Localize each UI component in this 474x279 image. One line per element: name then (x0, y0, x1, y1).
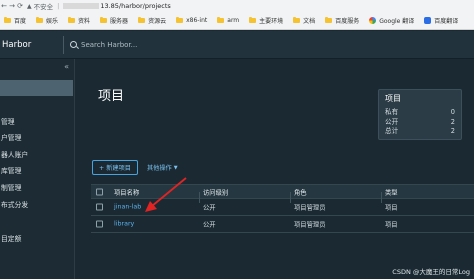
folder-icon (325, 17, 333, 23)
summary-row: 私有 0 (385, 108, 455, 118)
role-cell: 项目管理员 (294, 221, 326, 229)
bookmark-item[interactable]: 资源云 (138, 16, 166, 25)
folder-icon (176, 17, 184, 23)
bookmark-item[interactable]: 百度翻译 (424, 16, 458, 25)
access-level-cell: 公开 (203, 204, 216, 212)
type-cell: 项目 (385, 204, 398, 212)
more-actions-label: 其他操作 (147, 165, 172, 172)
type-cell: 项目 (385, 221, 398, 229)
project-name-link[interactable]: library (114, 221, 134, 228)
column-header-role[interactable]: 角色 (294, 187, 307, 196)
table-row: library 公开 项目管理员 项目 (91, 216, 474, 233)
security-label: 不安全 (33, 3, 54, 11)
bookmarks-bar: 百度 娱乐 资料 服务器 资源云 x86-int arm 主要环境 文档 百度服… (0, 12, 474, 30)
warning-icon[interactable]: ▲ (27, 3, 32, 10)
sidebar: « 管理 户管理 器人账户 库管理 制管理 布式分发 目定额 (0, 59, 75, 279)
header-divider (63, 35, 64, 54)
access-level-cell: 公开 (203, 221, 216, 229)
sidebar-item-projects-active[interactable] (0, 80, 73, 96)
chevron-down-icon: ▼ (173, 164, 178, 171)
bookmark-label: 服务器 (110, 18, 129, 25)
summary-value: 0 (450, 108, 455, 116)
column-header-type[interactable]: 类型 (385, 187, 398, 196)
summary-value: 2 (450, 127, 455, 135)
watermark: CSDN @大魔王的日常Log (392, 268, 470, 276)
brand-title[interactable]: Harbor (0, 40, 63, 50)
search-icon (70, 41, 77, 48)
summary-row: 总计 2 (385, 127, 455, 137)
bookmark-label: Google 翻译 (379, 18, 415, 25)
folder-icon (138, 17, 146, 23)
sidebar-item-distributions[interactable]: 布式分发 (1, 199, 28, 209)
role-cell: 项目管理员 (294, 204, 326, 212)
baidu-icon (424, 17, 432, 24)
bookmark-label: 主要环境 (259, 18, 284, 25)
collapse-sidebar-icon[interactable]: « (64, 62, 69, 71)
row-checkbox[interactable] (96, 220, 103, 228)
forward-icon[interactable]: → (8, 2, 16, 10)
bookmark-label: 百度 (14, 18, 27, 25)
bookmark-item[interactable]: 文档 (293, 16, 315, 25)
more-actions-dropdown[interactable]: 其他操作 ▼ (147, 160, 178, 175)
table-row: jinan-lab 公开 项目管理员 项目 (91, 199, 474, 216)
column-header-name[interactable]: 项目名称 (114, 187, 139, 196)
bookmark-label: x86-int (186, 17, 208, 24)
bookmark-label: 文档 (303, 18, 316, 25)
bookmark-item[interactable]: x86-int (176, 17, 207, 24)
bookmark-item[interactable]: 服务器 (100, 16, 128, 25)
folder-icon (249, 17, 257, 23)
column-header-access[interactable]: 访问级别 (203, 187, 228, 196)
folder-icon (36, 17, 44, 23)
bookmark-label: 娱乐 (46, 18, 59, 25)
row-checkbox[interactable] (96, 203, 103, 211)
sidebar-group-admin: 管理 (1, 118, 15, 126)
bookmark-item[interactable]: arm (217, 17, 239, 24)
sidebar-item-quotas[interactable]: 目定额 (1, 233, 21, 243)
url-text[interactable]: 13.85/harbor/projects (100, 2, 170, 10)
bookmark-label: 资料 (78, 18, 91, 25)
main-content: 项目 项目 私有 0 公开 2 总计 2 + 新建项目 其他操作 ▼ 项目名称 … (75, 59, 474, 279)
reload-icon[interactable]: ⟳ (16, 2, 24, 10)
summary-row: 公开 2 (385, 118, 455, 128)
url-separator: | (57, 2, 60, 10)
summary-value: 2 (450, 117, 455, 126)
select-all-checkbox[interactable] (96, 188, 103, 195)
bookmark-item[interactable]: 百度 (4, 16, 26, 25)
new-project-button[interactable]: + 新建项目 (92, 160, 138, 175)
bookmark-item[interactable]: 资料 (68, 16, 90, 25)
table-header-row: 项目名称 访问级别 角色 类型 (91, 184, 474, 203)
folder-icon (100, 17, 108, 23)
folder-icon (293, 17, 301, 23)
folder-icon (4, 17, 11, 23)
google-icon (369, 17, 377, 24)
sidebar-item-users[interactable]: 户管理 (1, 132, 21, 142)
folder-icon (217, 17, 225, 23)
summary-title: 项目 (385, 94, 401, 103)
project-summary-card: 项目 私有 0 公开 2 总计 2 (378, 89, 462, 140)
sidebar-item-replications[interactable]: 制管理 (1, 182, 21, 192)
summary-label: 公开 (385, 117, 399, 126)
bookmark-item[interactable]: Google 翻译 (369, 16, 414, 25)
summary-label: 总计 (385, 127, 399, 135)
global-search[interactable]: Search Harbor... (70, 41, 137, 49)
browser-url-bar[interactable]: ← → ⟳ ▲ 不安全 | 13.85/harbor/projects (0, 0, 474, 12)
bookmark-item[interactable]: 主要环境 (249, 16, 283, 25)
redacted-host (63, 3, 100, 9)
page-title: 项目 (98, 89, 125, 104)
search-input[interactable]: Search Harbor... (81, 41, 137, 49)
folder-icon (68, 17, 76, 23)
app-header: Harbor Search Harbor... (0, 31, 474, 59)
summary-label: 私有 (385, 108, 399, 116)
bookmark-label: 资源云 (148, 18, 167, 25)
bookmark-label: 百度服务 (335, 18, 360, 25)
bookmark-label: arm (227, 17, 240, 24)
project-name-link[interactable]: jinan-lab (114, 204, 141, 211)
sidebar-item-robot-accounts[interactable]: 器人账户 (1, 149, 28, 159)
bookmark-item[interactable]: 百度服务 (325, 16, 359, 25)
bookmark-label: 百度翻译 (434, 18, 459, 25)
sidebar-item-registries[interactable]: 库管理 (1, 165, 21, 175)
projects-table: 项目名称 访问级别 角色 类型 jinan-lab 公开 项目管理员 项目 li… (91, 184, 474, 233)
bookmark-item[interactable]: 娱乐 (36, 16, 58, 25)
back-icon[interactable]: ← (0, 2, 8, 10)
